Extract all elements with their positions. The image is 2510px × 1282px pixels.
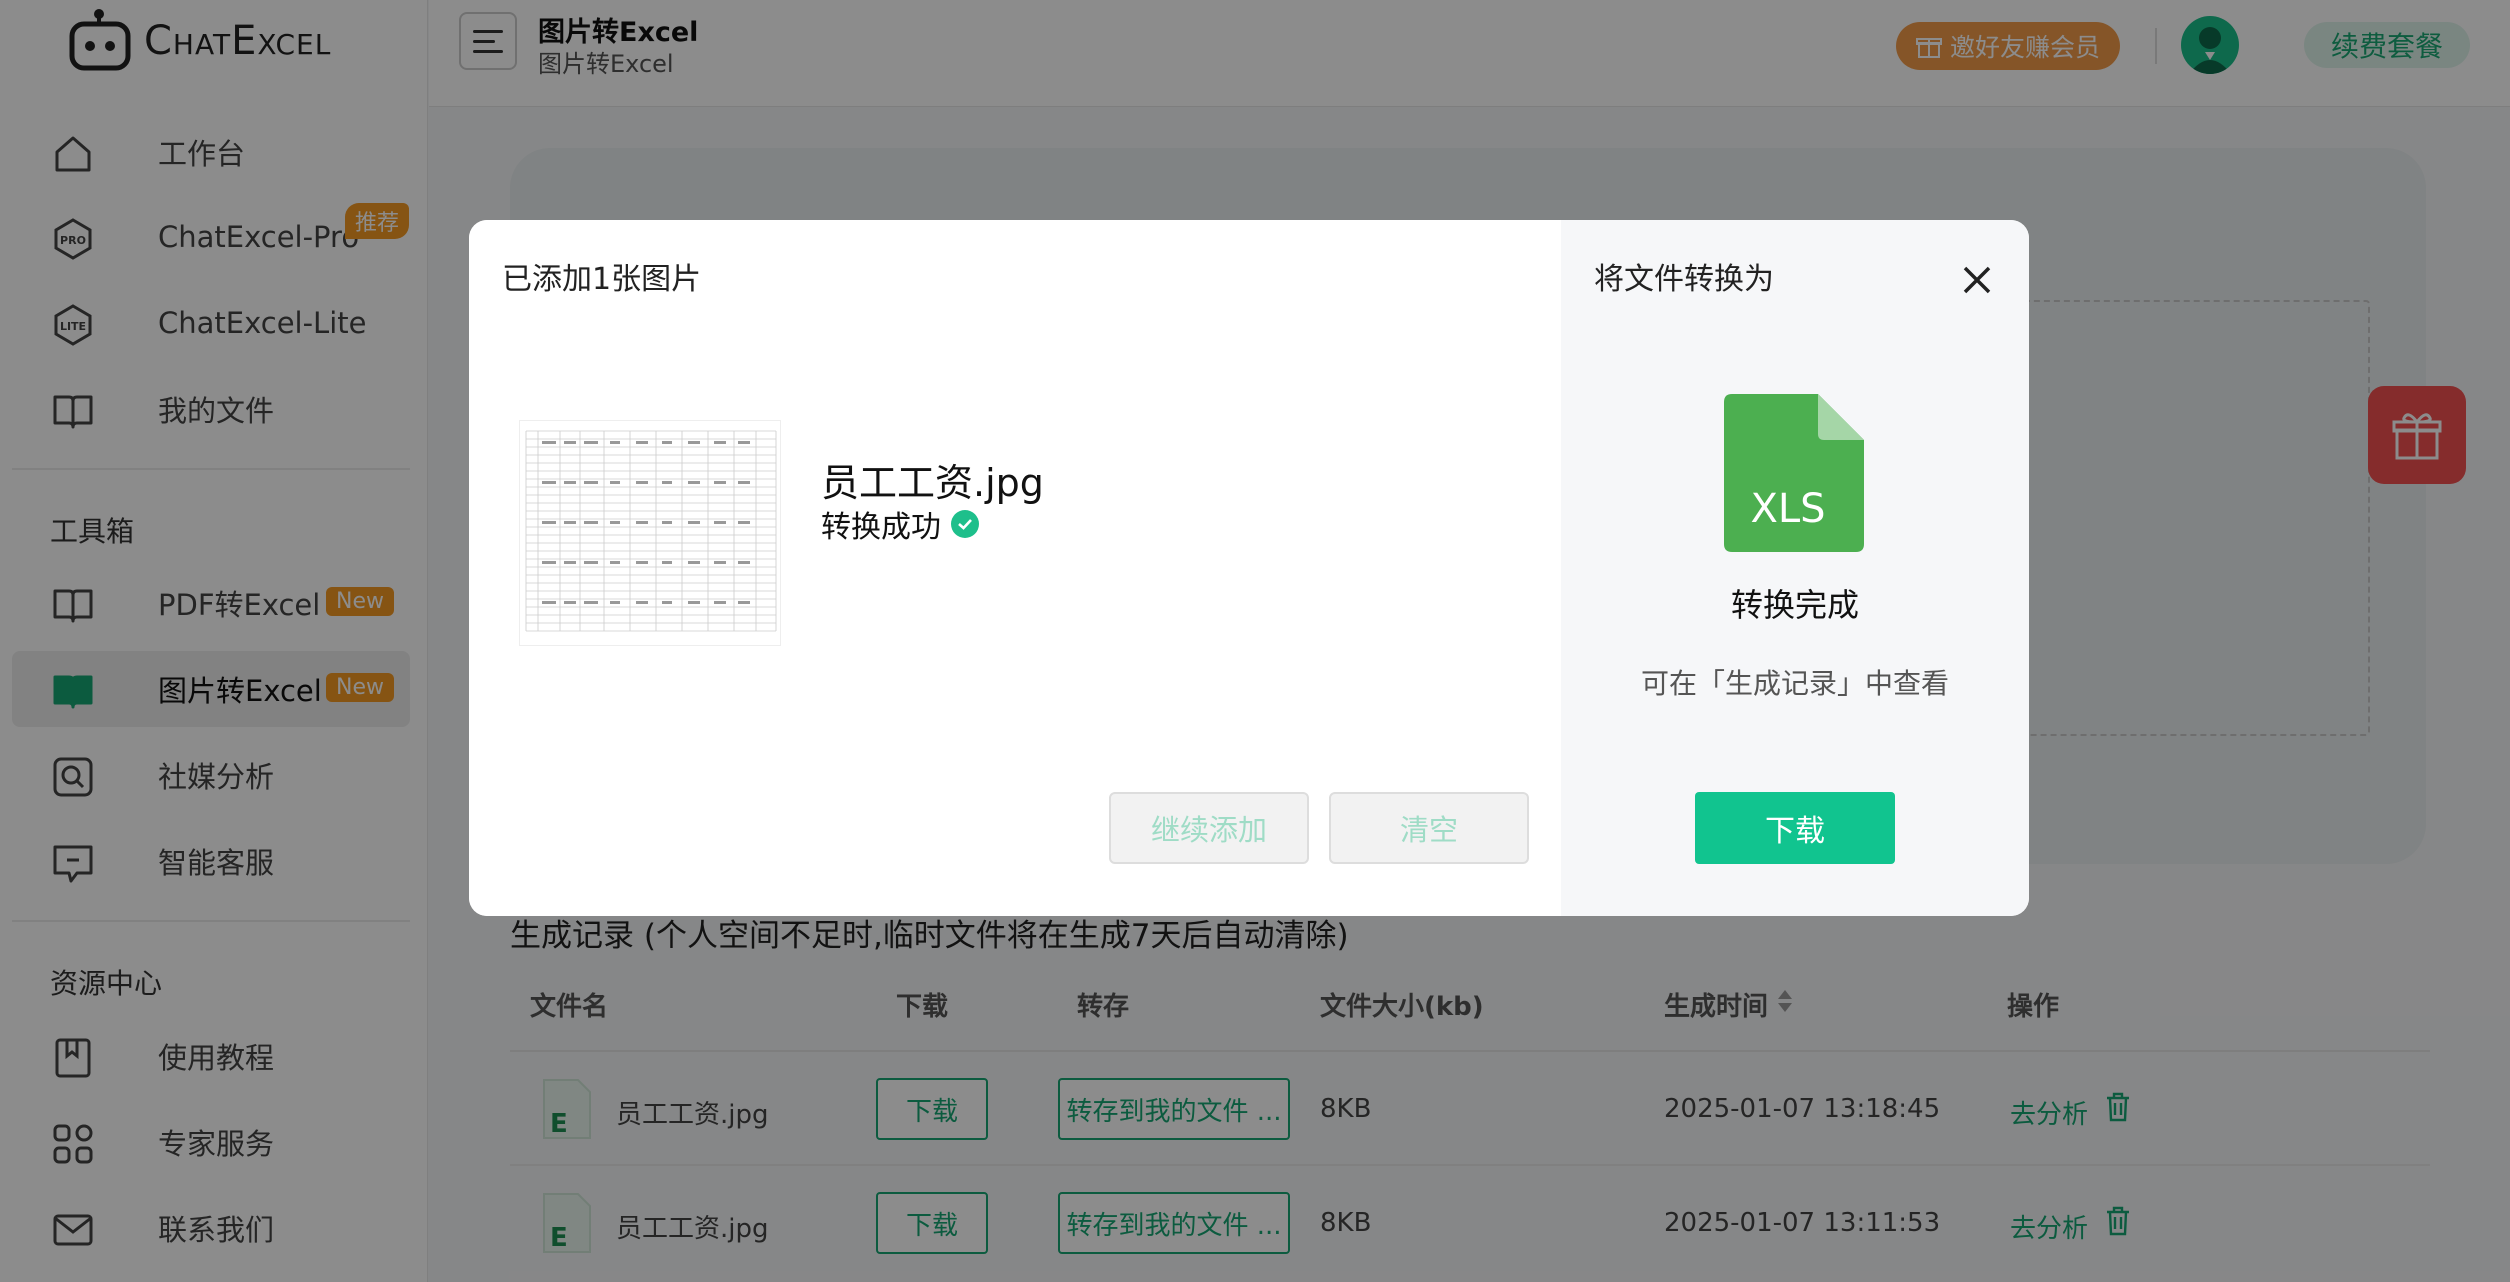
conversion-status: 转换成功 <box>821 502 979 546</box>
records-hint-text: 可在「生成记录」中查看 <box>1640 667 1949 700</box>
uploaded-file-name: 员工工资.jpg <box>821 461 1044 505</box>
conversion-done-text: 转换完成 <box>1730 586 1859 624</box>
continue-adding-button[interactable]: 继续添加 <box>1109 792 1309 864</box>
download-button[interactable]: 下载 <box>1695 792 1895 864</box>
modal-title: 已添加1张图片 <box>502 262 702 297</box>
xls-label: XLS <box>1750 486 1825 532</box>
image-thumbnail <box>519 420 781 646</box>
xls-file-icon: XLS <box>1724 392 1866 554</box>
check-circle-icon <box>951 510 979 538</box>
close-icon[interactable] <box>1959 262 1995 298</box>
modal-file-panel: 已添加1张图片 员工工资.jpg 转换成功 继续添加 清空 <box>469 220 1561 916</box>
convert-to-title: 将文件转换为 <box>1594 262 1774 297</box>
modal-result-panel: 将文件转换为 XLS 转换完成 可在「生成记录」中查看 下载 <box>1561 220 2029 916</box>
clear-button[interactable]: 清空 <box>1329 792 1529 864</box>
conversion-modal: 已添加1张图片 员工工资.jpg 转换成功 继续添加 清空 将文件转换为 XLS… <box>469 220 2029 916</box>
status-text: 转换成功 <box>821 510 941 545</box>
